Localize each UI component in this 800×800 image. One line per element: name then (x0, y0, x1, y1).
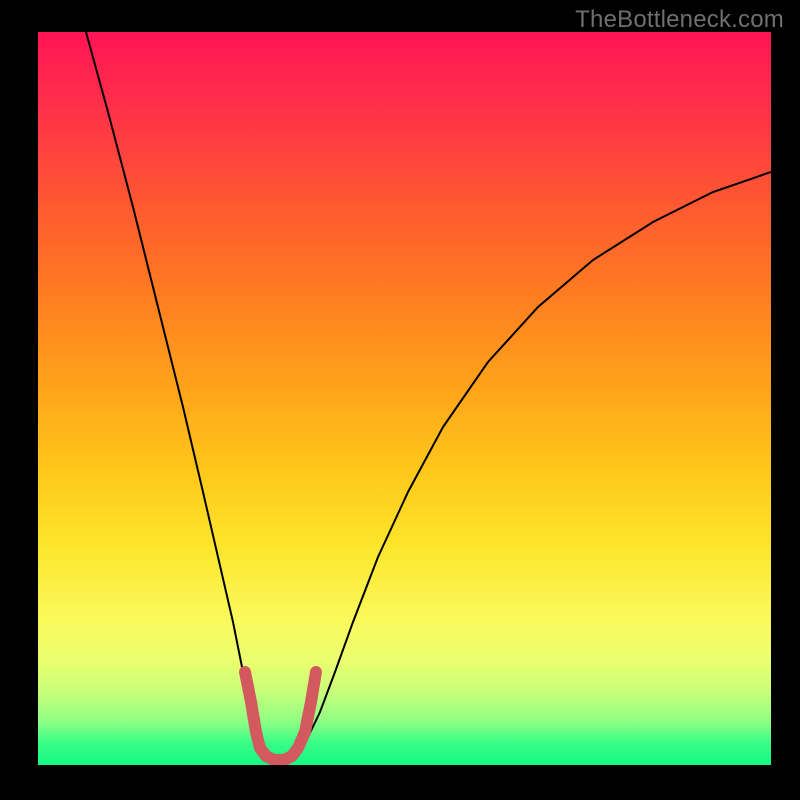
plot-area (38, 32, 771, 765)
main-curve (86, 32, 771, 761)
chart-svg (38, 32, 771, 765)
watermark-text: TheBottleneck.com (575, 6, 784, 34)
valley-highlight (245, 672, 316, 760)
